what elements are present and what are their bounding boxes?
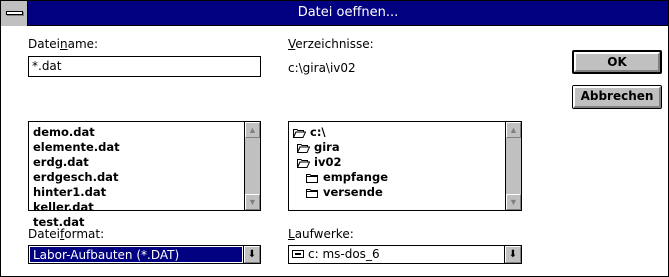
file-list-items: demo.dat elemente.dat erdg.dat erdgesch.dat…	[33, 125, 242, 229]
folder-closed-icon	[306, 173, 319, 183]
folder-open-icon	[297, 143, 310, 153]
directory-list-item[interactable]: empfange	[293, 170, 503, 185]
directory-list-item[interactable]: c:\	[293, 125, 503, 140]
hard-drive-icon	[292, 249, 304, 258]
file-list-item[interactable]: erdgesch.dat	[33, 170, 242, 185]
down-arrow-icon[interactable]: ▼	[506, 194, 521, 210]
file-format-label: Dateiformat:	[28, 227, 105, 241]
window-title: Datei oeffnen...	[297, 5, 399, 20]
file-list-item[interactable]: hinter1.dat	[33, 185, 242, 200]
directory-name: empfange	[323, 170, 388, 184]
directory-name: gira	[314, 140, 340, 154]
directory-name: iv02	[314, 155, 342, 169]
file-format-dropdown-button[interactable]: ⬇	[243, 246, 260, 263]
directory-list-item[interactable]: iv02	[293, 155, 503, 170]
file-list-item[interactable]: demo.dat	[33, 125, 242, 140]
file-list-item[interactable]: erdg.dat	[33, 155, 242, 170]
file-list-item[interactable]: keller.dat	[33, 200, 242, 215]
down-arrow-icon[interactable]: ▼	[245, 194, 260, 210]
directory-list-item[interactable]: versende	[293, 185, 503, 200]
current-path: c:\gira\iv02	[288, 61, 356, 75]
file-list[interactable]: demo.dat elemente.dat erdg.dat erdgesch.dat…	[28, 121, 261, 229]
folder-closed-icon	[306, 188, 319, 198]
file-format-value: Labor-Aufbauten (*.DAT)	[30, 247, 242, 262]
directory-list-items: c:\ gira iv02 empfange versende	[293, 125, 503, 210]
folder-open-icon	[297, 158, 310, 168]
file-list-item[interactable]: elemente.dat	[33, 140, 242, 155]
system-menu-icon	[6, 11, 23, 15]
system-menu-button[interactable]	[1, 1, 28, 26]
directory-list-scrollbar[interactable]: ▲ ▼	[505, 122, 521, 210]
folder-open-icon	[293, 128, 306, 138]
drive-select[interactable]: c: ms-dos_6 ⬇	[288, 245, 522, 264]
directory-name: versende	[323, 185, 383, 199]
file-list-scrollbar[interactable]: ▲ ▼	[244, 122, 260, 210]
down-arrow-icon: ⬇	[244, 246, 260, 263]
drive-value: c: ms-dos_6	[289, 246, 504, 263]
file-format-select[interactable]: Labor-Aufbauten (*.DAT) ⬇	[28, 245, 261, 264]
directory-list[interactable]: c:\ gira iv02 empfange versende ▲ ▼	[288, 121, 522, 211]
cancel-button[interactable]: Abbrechen	[572, 85, 662, 109]
directory-name: c:\	[310, 125, 326, 139]
down-arrow-icon: ⬇	[505, 246, 521, 263]
directories-label: Verzeichnisse:	[288, 37, 374, 51]
drive-label: c: ms-dos_6	[308, 247, 380, 261]
ok-button[interactable]: OK	[572, 50, 662, 74]
filename-input[interactable]: *.dat	[28, 56, 261, 77]
up-arrow-icon[interactable]: ▲	[506, 122, 521, 138]
filename-label: Dateiname:	[28, 37, 99, 51]
title-bar: Datei oeffnen...	[1, 1, 668, 26]
up-arrow-icon[interactable]: ▲	[245, 122, 260, 138]
drive-dropdown-button[interactable]: ⬇	[504, 246, 521, 263]
open-file-dialog: Datei oeffnen... Dateiname: *.dat demo.d…	[0, 0, 669, 277]
directory-list-item[interactable]: gira	[293, 140, 503, 155]
drives-label: Laufwerke:	[288, 227, 354, 241]
